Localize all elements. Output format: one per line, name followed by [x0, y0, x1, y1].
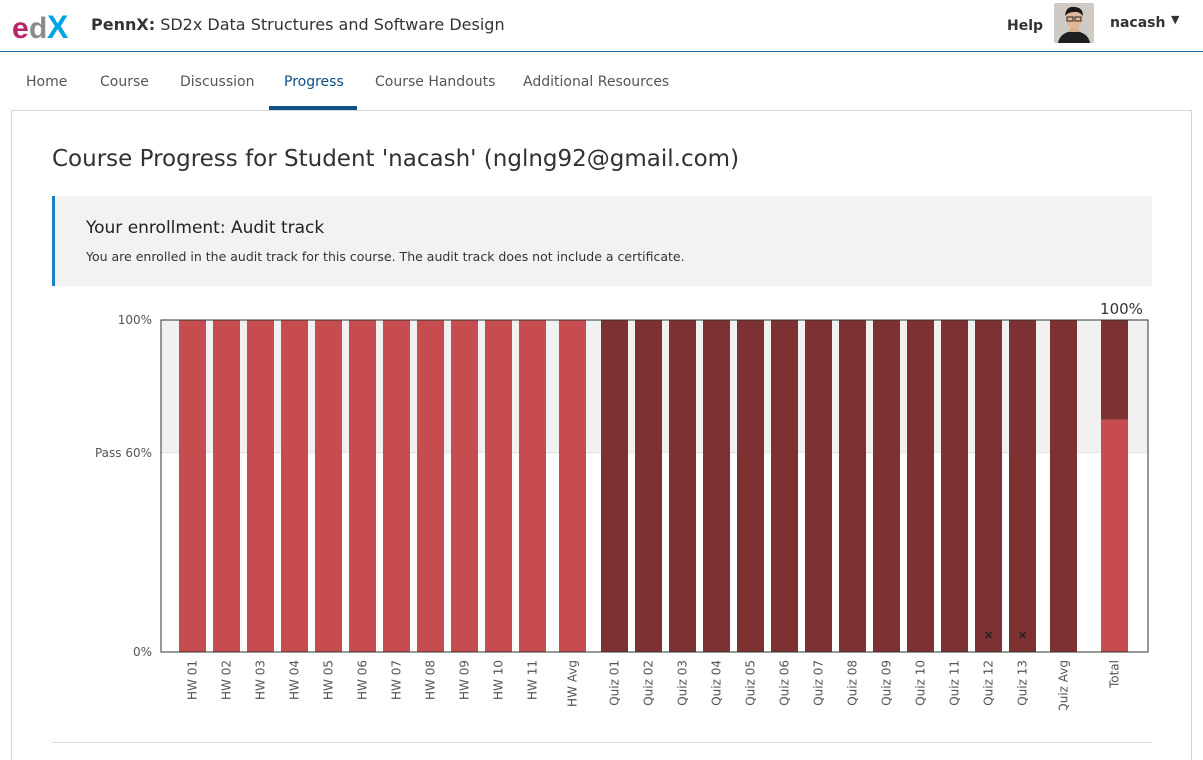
- x-tick-label: HW 07: [390, 660, 404, 700]
- course-name: SD2x Data Structures and Software Design: [160, 15, 505, 34]
- bar-quiz-avg: [1050, 320, 1077, 652]
- bar-hw-09: [451, 320, 478, 652]
- tab-home[interactable]: Home: [26, 74, 67, 90]
- bar-total-homework: [1101, 419, 1128, 652]
- tab-course[interactable]: Course: [100, 74, 149, 90]
- tab-course-handouts[interactable]: Course Handouts: [375, 74, 495, 90]
- bar-hw-05: [315, 320, 342, 652]
- x-tick-label: Quiz 09: [880, 660, 894, 706]
- x-tick-label: HW 08: [424, 660, 438, 700]
- bar-quiz-12: [975, 320, 1002, 652]
- bar-quiz-13: [1009, 320, 1036, 652]
- x-tick-label: Quiz 13: [1016, 660, 1030, 706]
- x-tick-label: Quiz 07: [812, 660, 826, 706]
- bar-hw-11: [519, 320, 546, 652]
- x-tick-label: Quiz 10: [914, 660, 928, 706]
- x-tick-label: HW Avg: [566, 660, 580, 707]
- x-tick-label: Quiz 06: [778, 660, 792, 706]
- bar-quiz-07: [805, 320, 832, 652]
- x-tick-label: Quiz 05: [744, 660, 758, 706]
- total-label: 100%: [1100, 300, 1143, 318]
- x-tick-label: HW 02: [220, 660, 234, 700]
- svg-text:d: d: [29, 12, 47, 44]
- bar-hw-03: [247, 320, 274, 652]
- x-tick-label: Quiz 02: [642, 660, 656, 706]
- user-photo-icon: [1054, 3, 1094, 43]
- enrollment-text: You are enrolled in the audit track for …: [86, 249, 685, 264]
- username[interactable]: nacash: [1110, 15, 1165, 31]
- avatar[interactable]: [1054, 3, 1094, 43]
- bar-hw-04: [281, 320, 308, 652]
- page-title: Course Progress for Student 'nacash' (ng…: [52, 146, 740, 172]
- bar-quiz-08: [839, 320, 866, 652]
- tab-discussion[interactable]: Discussion: [180, 74, 254, 90]
- dropped-marker-icon: ×: [983, 628, 993, 642]
- x-tick-label: HW 09: [458, 660, 472, 700]
- bar-hw-07: [383, 320, 410, 652]
- bar-hw-avg: [559, 320, 586, 652]
- dropped-marker-icon: ×: [1017, 628, 1027, 642]
- x-tick-label: HW 10: [492, 660, 506, 700]
- svg-text:X: X: [47, 9, 69, 44]
- enrollment-notice: Your enrollment: Audit track You are enr…: [52, 196, 1152, 286]
- bar-total-quiz: [1101, 320, 1128, 420]
- tab-additional-resources[interactable]: Additional Resources: [523, 74, 669, 90]
- course-tabs: Home Course Discussion Progress Course H…: [0, 52, 1203, 110]
- x-tick-label: Quiz 01: [608, 660, 622, 706]
- site-header: e d X PennX: SD2x Data Structures and So…: [0, 0, 1203, 52]
- x-tick-label: Quiz 12: [982, 660, 996, 706]
- bar-hw-10: [485, 320, 512, 652]
- x-tick-label: HW 05: [322, 660, 336, 700]
- bar-hw-06: [349, 320, 376, 652]
- bar-quiz-02: [635, 320, 662, 652]
- edx-logo[interactable]: e d X: [12, 8, 74, 44]
- x-tick-label: HW 11: [526, 660, 540, 700]
- bar-hw-08: [417, 320, 444, 652]
- bar-quiz-10: [907, 320, 934, 652]
- course-org: PennX:: [91, 15, 156, 34]
- grade-chart: 100% Pass 60% 0% HW 01 HW 02 HW 03 HW 04 HW 05 H…: [95, 300, 1149, 710]
- bar-hw-02: [213, 320, 240, 652]
- divider: [52, 742, 1152, 743]
- x-tick-label: HW 04: [288, 660, 302, 700]
- x-tick-label: Quiz 11: [948, 660, 962, 706]
- bar-quiz-09: [873, 320, 900, 652]
- x-tick-label: HW 03: [254, 660, 268, 700]
- x-tick-label: Quiz 03: [676, 660, 690, 706]
- x-tick-label: Total: [1108, 660, 1122, 689]
- x-tick-label: HW 06: [356, 660, 370, 700]
- bar-hw-01: [179, 320, 206, 652]
- x-tick-label: Quiz 04: [710, 660, 724, 706]
- bar-quiz-04: [703, 320, 730, 652]
- tab-progress[interactable]: Progress: [284, 74, 344, 90]
- help-link[interactable]: Help: [1007, 18, 1043, 34]
- y-tick-label: 100%: [118, 313, 152, 327]
- y-tick-label: Pass 60%: [95, 446, 152, 460]
- svg-text:e: e: [12, 12, 29, 44]
- bar-quiz-03: [669, 320, 696, 652]
- bar-quiz-11: [941, 320, 968, 652]
- x-tick-label: Quiz Avg: [1057, 660, 1071, 710]
- y-tick-label: 0%: [133, 645, 152, 659]
- bar-quiz-05: [737, 320, 764, 652]
- enrollment-title: Your enrollment: Audit track: [86, 218, 325, 238]
- user-menu-caret-icon[interactable]: ▼: [1171, 13, 1179, 26]
- course-title: PennX: SD2x Data Structures and Software…: [91, 15, 505, 34]
- bar-quiz-01: [601, 320, 628, 652]
- x-tick-label: HW 01: [186, 660, 200, 700]
- x-tick-label: Quiz 08: [846, 660, 860, 706]
- bar-quiz-06: [771, 320, 798, 652]
